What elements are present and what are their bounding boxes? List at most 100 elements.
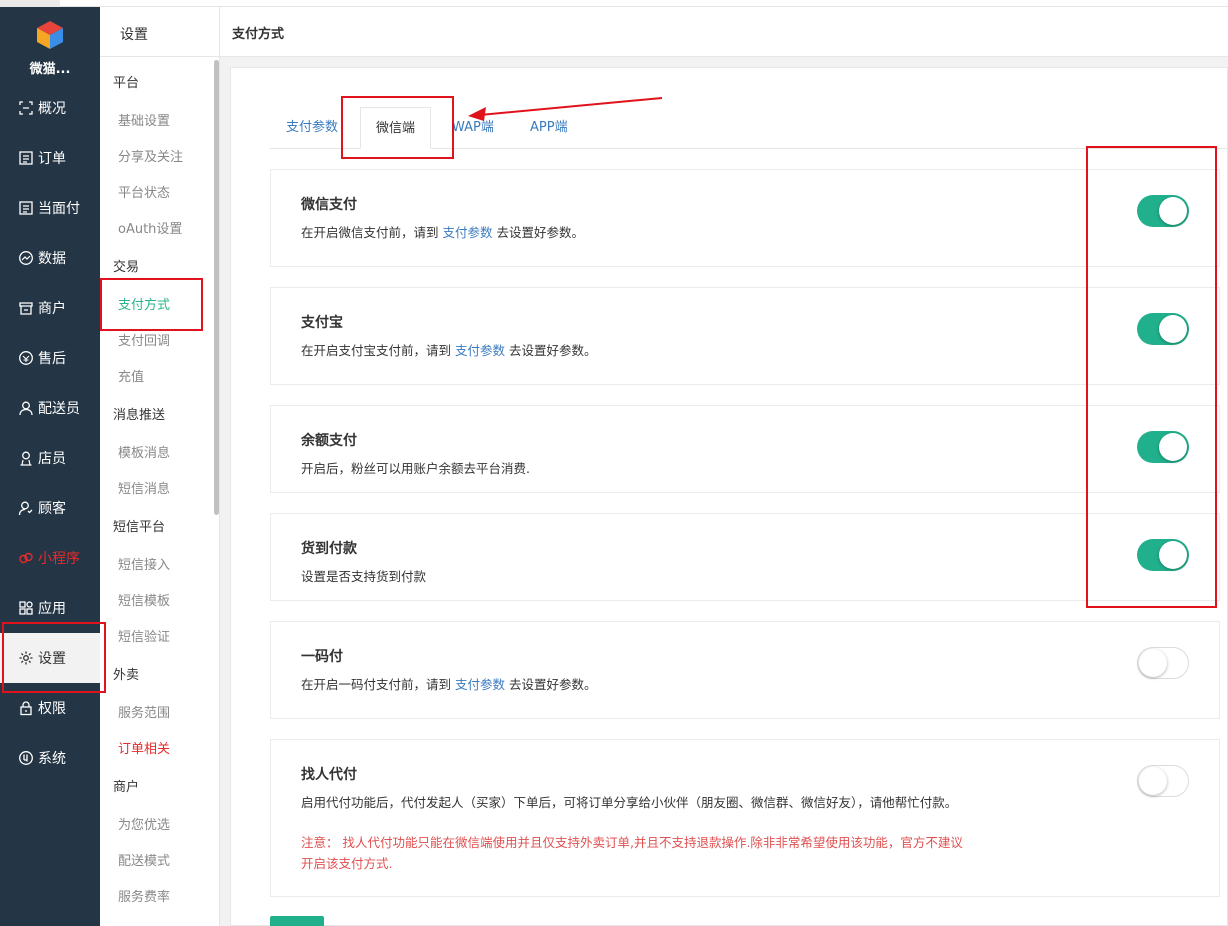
miniapp-icon bbox=[19, 552, 33, 564]
list-icon bbox=[19, 151, 33, 165]
payment-params-link[interactable]: 支付参数 bbox=[455, 677, 505, 692]
nav-label: 应用 bbox=[38, 601, 66, 617]
card-title: 余额支付 bbox=[301, 433, 357, 449]
nav-label: 系统 bbox=[38, 751, 66, 767]
nav-label: 权限 bbox=[38, 701, 66, 717]
card-description: 在开启支付宝支付前，请到 支付参数 去设置好参数。 bbox=[301, 343, 597, 358]
app-logo[interactable]: 微猫... bbox=[0, 19, 100, 77]
annotation-box-settings-nav bbox=[2, 622, 106, 693]
browser-tab[interactable] bbox=[0, 0, 60, 7]
toggle-knob bbox=[1139, 649, 1167, 677]
submenu-item-service-range[interactable]: 服务范围 bbox=[118, 702, 170, 721]
nav-label: 概况 bbox=[38, 101, 66, 117]
nav-system[interactable]: 系统 bbox=[0, 733, 100, 783]
submenu-group-sms: 短信平台 bbox=[113, 520, 166, 535]
proxy-pay-toggle[interactable] bbox=[1137, 765, 1189, 797]
list-icon bbox=[19, 201, 33, 215]
card-description: 开启后，粉丝可以用账户余额去平台消费. bbox=[301, 461, 530, 476]
submenu-item-sms-template[interactable]: 短信模板 bbox=[118, 590, 170, 609]
top-strip bbox=[0, 0, 1228, 7]
card-title: 微信支付 bbox=[301, 197, 357, 213]
onecode-pay-toggle[interactable] bbox=[1137, 647, 1189, 679]
tab-payment-params[interactable]: 支付参数 bbox=[286, 107, 338, 149]
divider bbox=[100, 56, 220, 57]
submenu-item-sms-verify[interactable]: 短信验证 bbox=[118, 626, 170, 645]
nav-courier[interactable]: 配送员 bbox=[0, 383, 100, 433]
nav-label: 商户 bbox=[38, 301, 66, 317]
lock-icon bbox=[20, 701, 32, 716]
overview-icon bbox=[19, 101, 33, 115]
submenu-scrollbar[interactable] bbox=[214, 60, 219, 515]
annotation-box-payment-menu bbox=[100, 278, 203, 331]
payment-card-wechat: 微信支付 在开启微信支付前，请到 支付参数 去设置好参数。 bbox=[270, 169, 1220, 267]
card-description: 启用代付功能后，代付发起人（买家）下单后，可将订单分享给小伙伴（朋友圈、微信群、… bbox=[301, 795, 958, 810]
nav-customer[interactable]: 顾客 bbox=[0, 483, 100, 533]
submenu-item-sms-access[interactable]: 短信接入 bbox=[118, 554, 170, 573]
payment-card-alipay: 支付宝 在开启支付宝支付前，请到 支付参数 去设置好参数。 bbox=[270, 287, 1220, 385]
card-description: 在开启微信支付前，请到 支付参数 去设置好参数。 bbox=[301, 225, 584, 240]
submenu-group-platform: 平台 bbox=[113, 76, 140, 91]
card-warning: 注意： 找人代付功能只能在微信端使用并且仅支持外卖订单,并且不支持退款操作.除非… bbox=[301, 835, 963, 871]
submenu-item-delivery-mode[interactable]: 配送模式 bbox=[118, 850, 170, 869]
card-title: 货到付款 bbox=[301, 541, 357, 557]
payment-card-balance: 余额支付 开启后，粉丝可以用账户余额去平台消费. bbox=[270, 405, 1220, 493]
submenu-group-merchant: 商户 bbox=[113, 780, 140, 795]
submenu-group-push: 消息推送 bbox=[113, 408, 166, 423]
cube-logo-icon bbox=[37, 21, 63, 49]
user-icon bbox=[19, 401, 33, 416]
aftersale-icon bbox=[19, 351, 33, 365]
card-description: 设置是否支持货到付款 bbox=[301, 569, 427, 584]
payment-card-proxy: 找人代付 启用代付功能后，代付发起人（买家）下单后，可将订单分享给小伙伴（朋友圈… bbox=[270, 739, 1220, 897]
nav-facepay[interactable]: 当面付 bbox=[0, 183, 100, 233]
nav-label: 顾客 bbox=[38, 501, 66, 517]
nav-merchant[interactable]: 商户 bbox=[0, 283, 100, 333]
nav-overview[interactable]: 概况 bbox=[0, 83, 100, 133]
nav-clerk[interactable]: 店员 bbox=[0, 433, 100, 483]
card-title: 一码付 bbox=[301, 649, 343, 665]
nav-data[interactable]: 数据 bbox=[0, 233, 100, 283]
submenu-item-payment-callback[interactable]: 支付回调 bbox=[118, 330, 170, 349]
submenu-group-takeout: 外卖 bbox=[113, 668, 140, 683]
submenu-item-template-msg[interactable]: 模板消息 bbox=[118, 442, 170, 461]
toggle-knob bbox=[1139, 767, 1167, 795]
annotation-box-toggles bbox=[1086, 146, 1217, 608]
app-name: 微猫... bbox=[29, 62, 71, 77]
store-icon bbox=[19, 302, 33, 315]
card-title: 支付宝 bbox=[301, 315, 343, 331]
submenu-title: 设置 bbox=[120, 27, 148, 43]
nav-aftersale[interactable]: 售后 bbox=[0, 333, 100, 383]
payment-params-link[interactable]: 支付参数 bbox=[455, 343, 505, 358]
nav-miniapp[interactable]: 小程序 bbox=[0, 533, 100, 583]
submenu-item-order-related[interactable]: 订单相关 bbox=[118, 738, 170, 757]
apps-icon bbox=[19, 601, 33, 615]
payment-card-cod: 货到付款 设置是否支持货到付款 bbox=[270, 513, 1220, 601]
nav-label: 当面付 bbox=[38, 201, 80, 217]
nav-label: 小程序 bbox=[38, 551, 80, 567]
submenu-item-sms-msg[interactable]: 短信消息 bbox=[118, 478, 170, 497]
annotation-arrow-icon bbox=[468, 97, 663, 121]
nav-orders[interactable]: 订单 bbox=[0, 133, 100, 183]
submenu-item-share-follow[interactable]: 分享及关注 bbox=[118, 146, 183, 165]
submenu-item-recommend[interactable]: 为您优选 bbox=[118, 814, 170, 833]
submenu-item-platform-status[interactable]: 平台状态 bbox=[118, 182, 170, 201]
save-button[interactable] bbox=[270, 916, 324, 926]
user-icon bbox=[18, 501, 33, 516]
nav-label: 售后 bbox=[38, 351, 66, 367]
submenu-item-service-rate[interactable]: 服务费率 bbox=[118, 886, 170, 905]
nav-label: 数据 bbox=[38, 251, 66, 267]
payment-params-link[interactable]: 支付参数 bbox=[442, 225, 492, 240]
card-description: 在开启一码付支付前，请到 支付参数 去设置好参数。 bbox=[301, 677, 597, 692]
chart-icon bbox=[19, 251, 33, 265]
nav-label: 配送员 bbox=[38, 401, 80, 417]
payment-card-onecode: 一码付 在开启一码付支付前，请到 支付参数 去设置好参数。 bbox=[270, 621, 1220, 719]
nav-label: 店员 bbox=[38, 451, 66, 467]
submenu-item-basic-settings[interactable]: 基础设置 bbox=[118, 110, 170, 129]
submenu-item-recharge[interactable]: 充值 bbox=[118, 366, 144, 385]
page-title: 支付方式 bbox=[232, 27, 285, 42]
settings-submenu: 设置 平台 基础设置 分享及关注 平台状态 oAuth设置 交易 支付方式 支付… bbox=[100, 7, 220, 926]
page-header: 支付方式 bbox=[220, 7, 1228, 57]
submenu-item-oauth[interactable]: oAuth设置 bbox=[118, 218, 182, 237]
card-title: 找人代付 bbox=[301, 767, 357, 783]
user-icon bbox=[20, 451, 32, 466]
system-icon bbox=[19, 751, 33, 765]
